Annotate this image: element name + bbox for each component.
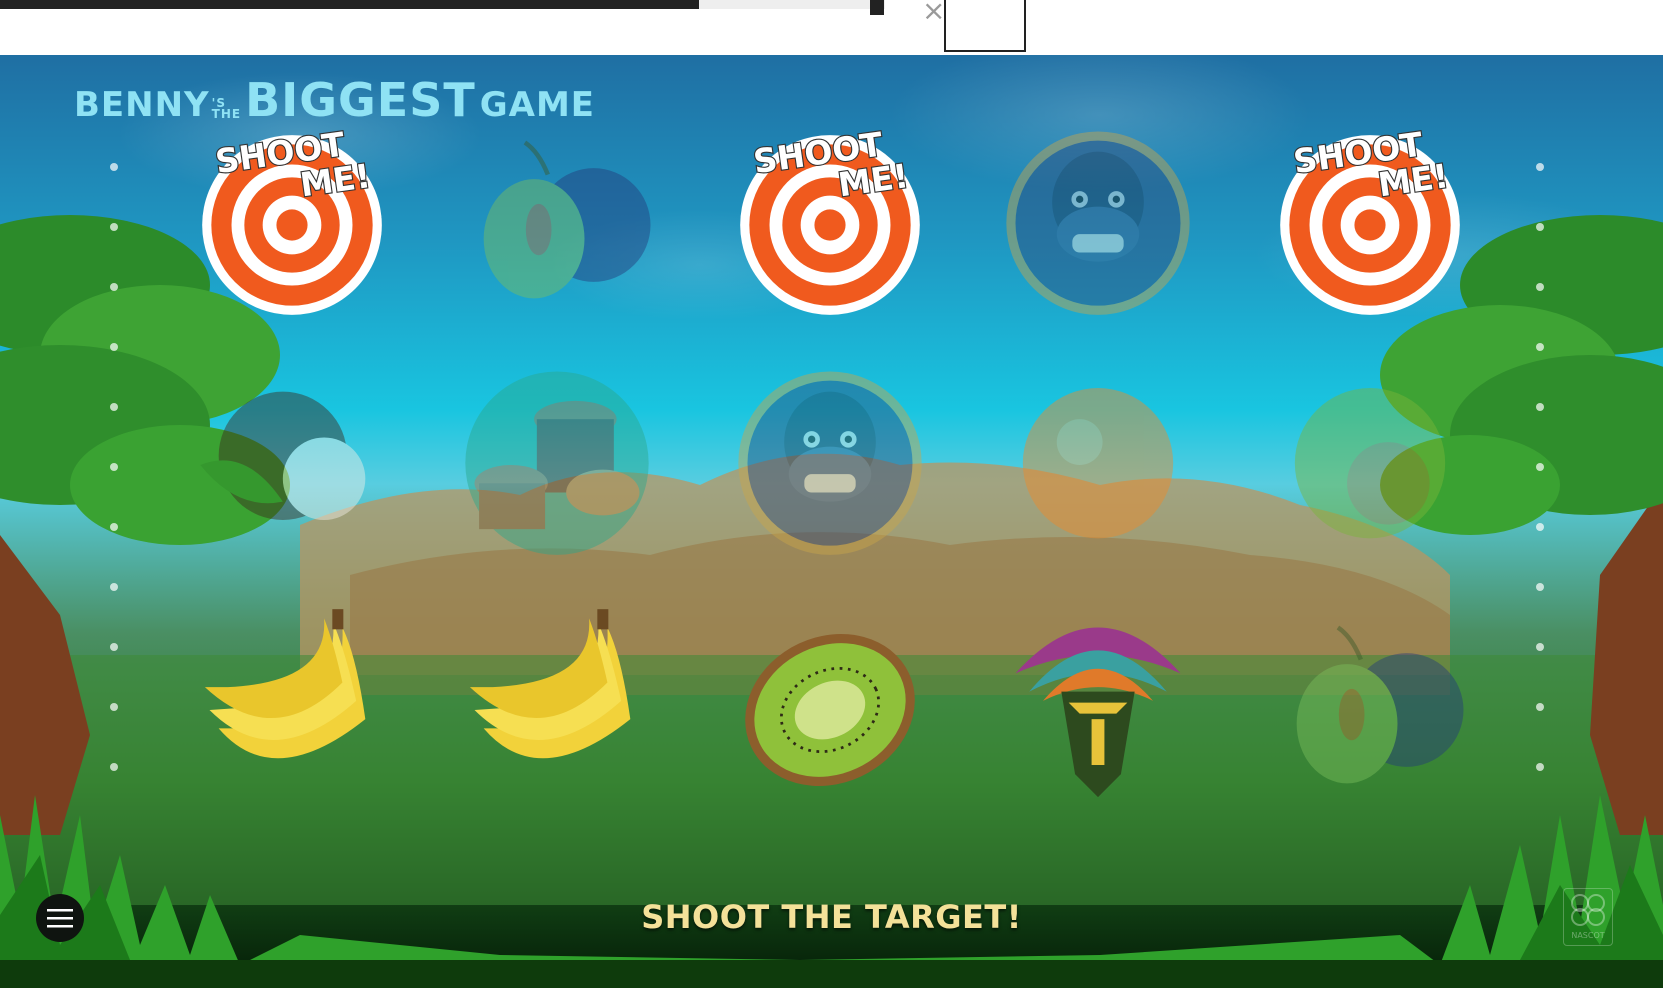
target-icon: SHOOT ME! [740,123,920,315]
menu-button[interactable] [36,894,84,942]
mask-icon [1015,627,1181,798]
symbol-orange [978,355,1218,575]
payline-dot [110,223,118,231]
payline-dot [110,283,118,291]
symbol-target[interactable]: SHOOT ME! [172,115,412,335]
payline-dot [110,703,118,711]
symbol-lime [1250,355,1490,575]
symbol-gorilla [978,115,1218,335]
symbol-gorilla [710,355,950,575]
plum-icon [1296,625,1464,784]
progress-handle[interactable] [870,0,884,15]
payline-dot [1536,643,1544,651]
lime-icon [1294,388,1446,539]
payline-dot [110,583,118,591]
symbol-drums [437,355,677,575]
symbol-banana [172,600,412,820]
symbol-target[interactable]: SHOOT ME! [1250,115,1490,335]
game-stage[interactable]: BENNY 'S THE BIGGEST GAME SHOOT ME! SHOO… [0,55,1663,988]
symbol-plum [437,115,677,335]
banana-icon [469,609,631,759]
top-toolbar: × [0,0,1663,55]
close-icon[interactable]: × [922,0,945,26]
brand-emblem-icon [1571,894,1605,926]
payline-dot [1536,403,1544,411]
symbol-mask [978,600,1218,820]
blank-panel[interactable] [944,0,1026,52]
symbol-coconut [172,355,412,575]
symbol-target[interactable]: SHOOT ME! [710,115,950,335]
payline-dot [110,523,118,531]
payline-dot [1536,223,1544,231]
payline-dot [1536,463,1544,471]
gorilla-icon [1006,131,1190,315]
payline-dot [1536,763,1544,771]
payline-dot [110,343,118,351]
payline-dot [1536,583,1544,591]
payline-dot [1536,343,1544,351]
coconut-icon [200,391,366,520]
target-icon: SHOOT ME! [1280,123,1460,315]
payline-dot [110,403,118,411]
symbol-kiwi [710,600,950,820]
plum-icon [483,140,651,299]
payline-dot [110,463,118,471]
hamburger-icon [47,909,73,928]
status-message: SHOOT THE TARGET! [641,898,1022,936]
payline-dot [1536,283,1544,291]
drums-icon [465,371,649,555]
payline-dot [110,163,118,171]
kiwi-icon [745,634,915,786]
symbol-plum [1250,600,1490,820]
payline-dot [110,763,118,771]
loading-progress-bar [0,0,885,9]
payline-dot [1536,163,1544,171]
payline-dot [110,643,118,651]
banana-icon [204,609,366,759]
gorilla-icon [738,371,922,555]
payline-dot [1536,703,1544,711]
orange-icon [1022,388,1174,539]
payline-dot [1536,523,1544,531]
brand-text: NASCOT [1571,931,1605,940]
brand-logo: NASCOT [1563,888,1613,946]
target-icon: SHOOT ME! [202,123,382,315]
loading-progress-fill [0,0,700,9]
symbol-banana [437,600,677,820]
